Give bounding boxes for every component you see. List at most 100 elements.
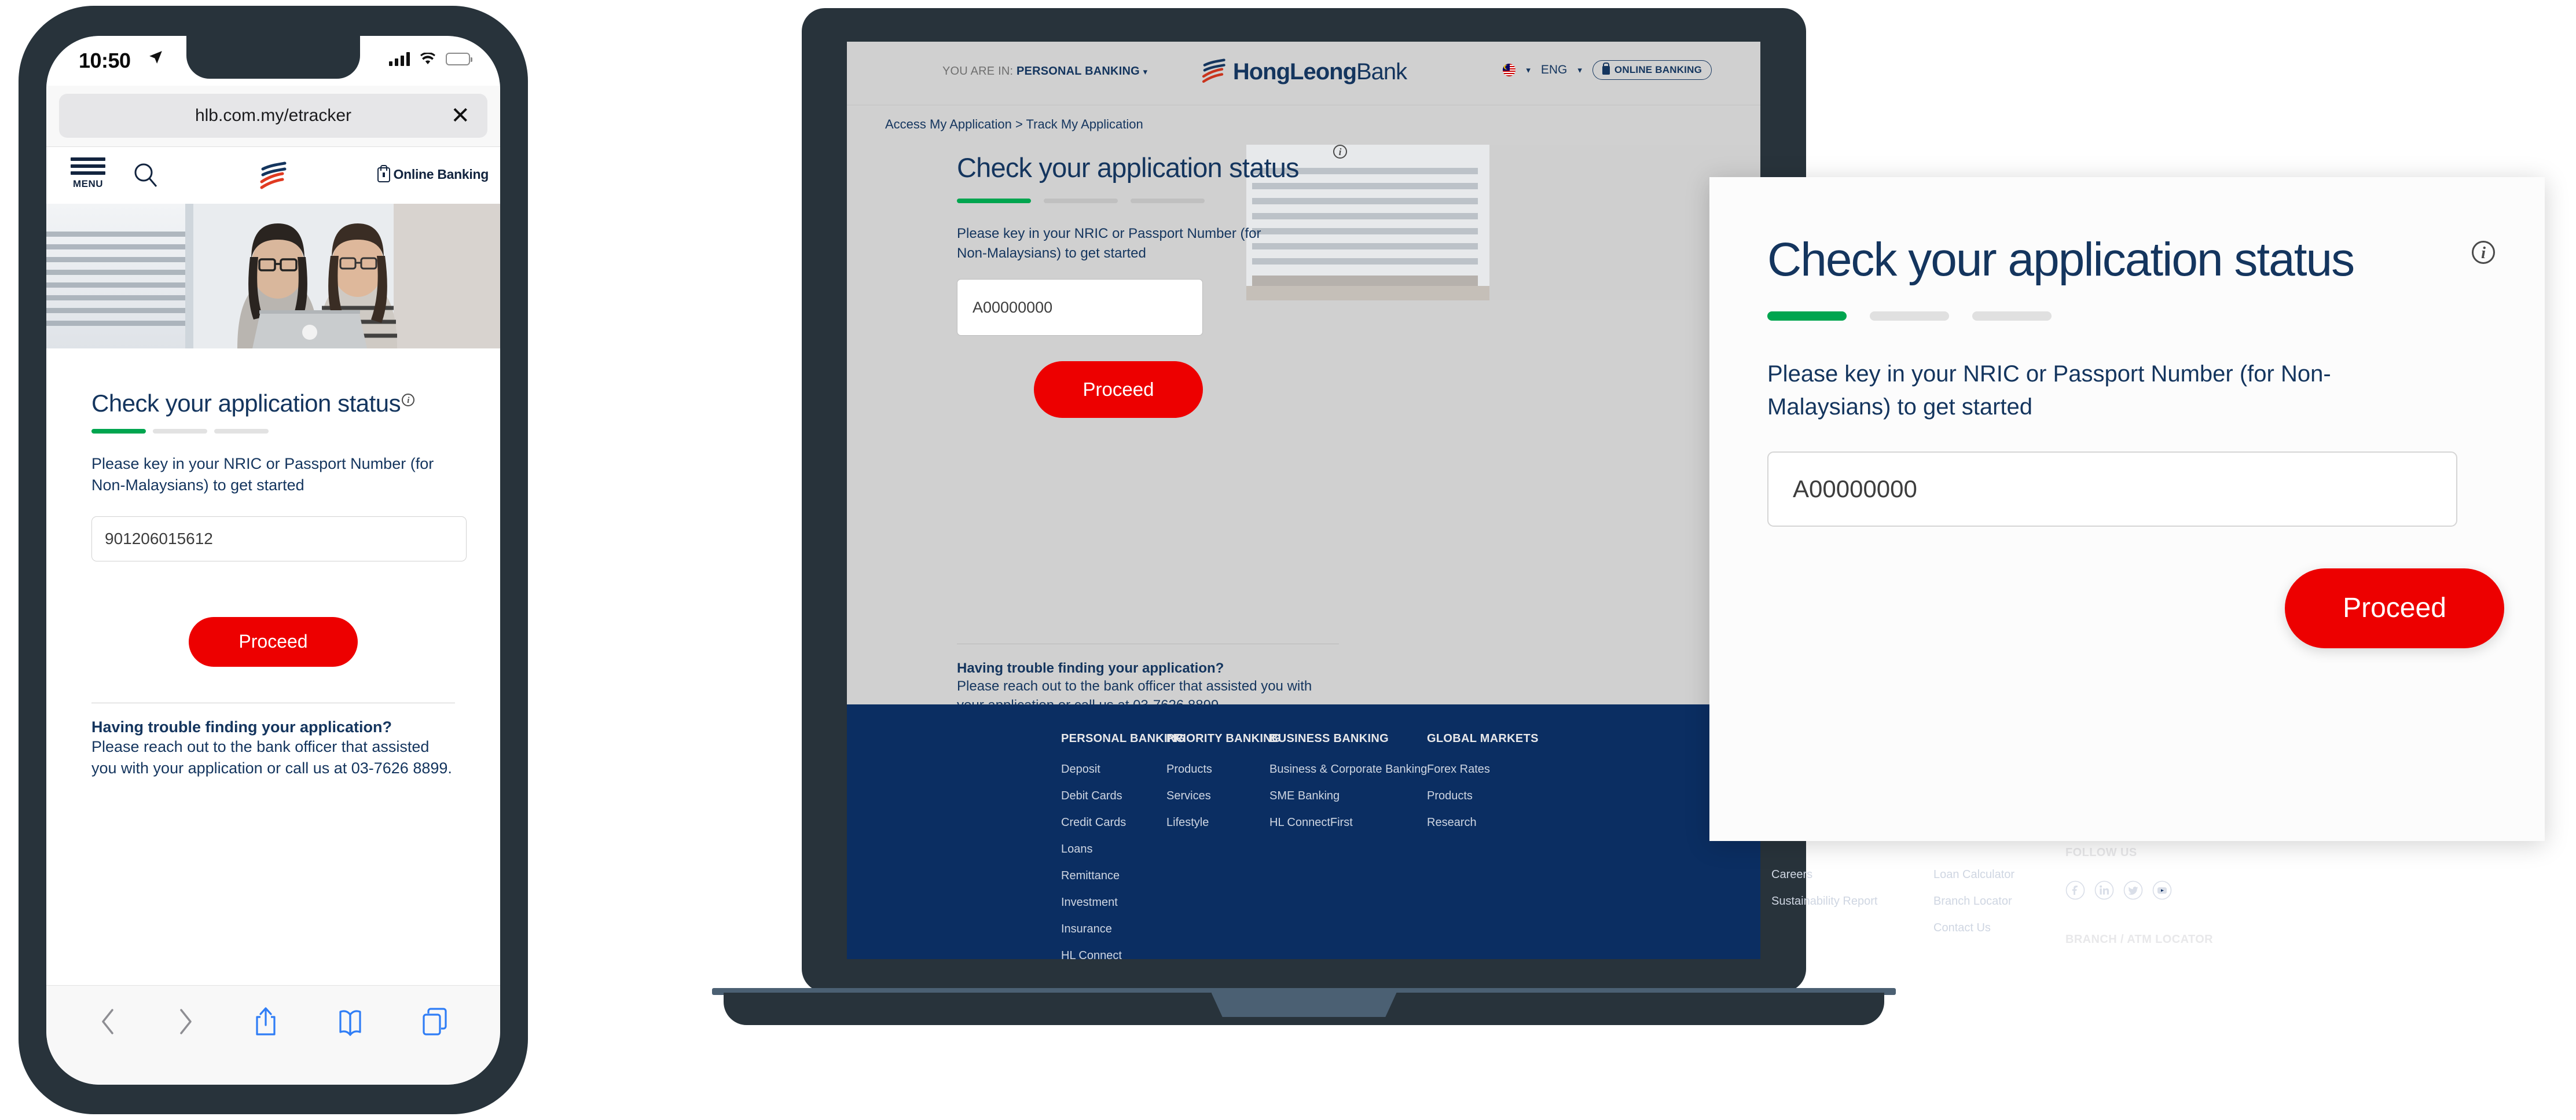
wifi-icon: [420, 53, 435, 64]
page-title: Check your application status: [1767, 233, 2355, 286]
progress-step-3: [1972, 311, 2052, 321]
progress-step-2: [1044, 199, 1118, 203]
mobile-browser-toolbar: [46, 985, 500, 1085]
twitter-icon[interactable]: [2123, 880, 2143, 903]
footer-column-priority-banking: PRIORITY BANKING Products Services Lifes…: [1166, 732, 1280, 959]
progress-step-3: [214, 429, 269, 434]
hero-image-mobile: [46, 204, 500, 348]
url-bar[interactable]: hlb.com.my/etracker ✕: [59, 94, 487, 138]
back-icon[interactable]: [98, 1007, 118, 1037]
footer-link[interactable]: Loan Calculator: [1933, 868, 2078, 882]
menu-label: MENU: [72, 178, 104, 189]
nric-input[interactable]: A00000000: [1767, 451, 2457, 527]
info-icon[interactable]: i: [402, 394, 415, 406]
magnified-form-overlay: Check your application status i Please k…: [1709, 177, 2545, 841]
malaysia-flag-icon[interactable]: [1503, 64, 1516, 76]
lock-icon: [377, 164, 390, 182]
footer-column-business-banking: BUSINESS BANKING Business & Corporate Ba…: [1269, 732, 1427, 959]
info-icon[interactable]: i: [2472, 241, 2495, 264]
footer-link[interactable]: Contact Us: [1933, 921, 2078, 935]
footer-link[interactable]: HL Connect: [1061, 949, 1166, 959]
footer-link[interactable]: Research: [1427, 816, 1536, 829]
footer-link[interactable]: Debit Cards: [1061, 789, 1166, 803]
language-label[interactable]: ENG: [1541, 63, 1568, 77]
language-chevron-down-icon[interactable]: ▾: [1577, 65, 1582, 75]
facebook-icon[interactable]: [2065, 880, 2085, 903]
laptop-base: [712, 988, 1896, 1029]
proceed-button[interactable]: Proceed: [2285, 568, 2504, 648]
flag-chevron-down-icon[interactable]: ▾: [1526, 65, 1531, 75]
footer-link[interactable]: Products: [1166, 763, 1269, 776]
hlb-mark-icon: [1202, 58, 1225, 83]
lock-icon: [1602, 62, 1610, 75]
linkedin-icon[interactable]: [2094, 880, 2114, 903]
footer-link[interactable]: Products: [1427, 789, 1536, 803]
desktop-top-bar-right: ▾ ENG ▾ ONLINE BANKING: [1503, 60, 1712, 80]
you-are-in-selector[interactable]: YOU ARE IN: PERSONAL BANKING ▾: [942, 65, 1147, 78]
proceed-button[interactable]: Proceed: [1034, 361, 1203, 418]
online-banking-link[interactable]: Online Banking: [377, 164, 489, 182]
progress-step-2: [153, 429, 207, 434]
chevron-down-icon: ▾: [1143, 67, 1148, 77]
footer-link[interactable]: Insurance: [1061, 923, 1166, 936]
you-are-in-label: YOU ARE IN:: [942, 65, 1014, 78]
footer-heading: PERSONAL BANKING: [1061, 732, 1186, 745]
status-time: 10:50: [79, 49, 131, 72]
status-icons: [389, 52, 472, 66]
mobile-screen: 10:50 hlb.com.my/etracker ✕ MENU Online …: [46, 36, 500, 1085]
battery-icon: [446, 53, 472, 65]
footer-link[interactable]: Branch Locator: [1933, 895, 2078, 908]
youtube-icon[interactable]: [2152, 880, 2172, 903]
forward-icon[interactable]: [175, 1007, 195, 1037]
breadcrumb[interactable]: Access My Application > Track My Applica…: [885, 117, 1143, 132]
progress-step-3: [1131, 199, 1205, 203]
search-icon[interactable]: [133, 162, 159, 189]
social-icons: [2065, 880, 2297, 903]
footer-column-tools: Loan Calculator Branch Locator Contact U…: [1933, 868, 2078, 948]
footer-column-global-markets: GLOBAL MARKETS Forex Rates Products Rese…: [1427, 732, 1538, 959]
footer-follow-us: FOLLOW US BRANCH / ATM LOCATOR: [2065, 846, 2297, 946]
nric-input[interactable]: A00000000: [957, 279, 1203, 336]
form-instruction: Please key in your NRIC or Passport Numb…: [957, 226, 1261, 261]
progress-indicator: [1767, 311, 2487, 321]
mobile-page-content: Check your application status i Please ke…: [46, 348, 500, 985]
nric-input-value: A00000000: [1793, 475, 1917, 502]
footer-link[interactable]: Deposit: [1061, 763, 1166, 776]
online-banking-button[interactable]: ONLINE BANKING: [1592, 60, 1712, 80]
footer-heading: BUSINESS BANKING: [1269, 732, 1389, 745]
hong-leong-bank-logo[interactable]: HongLeongBank: [1201, 58, 1407, 86]
footer-link[interactable]: Lifestyle: [1166, 816, 1269, 829]
footer-link[interactable]: Investment: [1061, 896, 1166, 909]
form-instruction: Please key in your NRIC or Passport Numb…: [91, 455, 434, 494]
footer-link[interactable]: Careers: [1771, 868, 1922, 882]
page-title: Check your application status i: [91, 381, 415, 417]
footer-link[interactable]: SME Banking: [1269, 789, 1427, 803]
footer-link[interactable]: Remittance: [1061, 869, 1166, 883]
footer-link[interactable]: Services: [1166, 789, 1269, 803]
info-icon[interactable]: i: [1333, 145, 1347, 159]
hong-leong-bank-logo[interactable]: [258, 160, 288, 191]
nric-input-value: 901206015612: [105, 529, 213, 548]
footer-columns: PERSONAL BANKING Deposit Debit Cards Cre…: [1061, 732, 1538, 959]
share-icon[interactable]: [252, 1005, 279, 1038]
follow-us-heading: FOLLOW US: [2065, 846, 2137, 859]
desktop-screen: YOU ARE IN: PERSONAL BANKING ▾ HongLeong…: [847, 42, 1760, 959]
mobile-status-bar: 10:50: [46, 36, 500, 86]
tabs-icon[interactable]: [421, 1007, 448, 1037]
menu-button[interactable]: MENU: [71, 157, 105, 190]
footer-link[interactable]: Business & Corporate Banking: [1269, 763, 1427, 776]
footer-link[interactable]: Forex Rates: [1427, 763, 1536, 776]
progress-step-1: [957, 199, 1031, 203]
divider: [91, 702, 455, 703]
cellular-signal-icon: [389, 52, 410, 66]
footer-link[interactable]: Credit Cards: [1061, 816, 1166, 829]
nric-input[interactable]: 901206015612: [91, 516, 467, 561]
footer-link[interactable]: Sustainability Report: [1771, 895, 1922, 908]
hamburger-icon: [71, 157, 105, 175]
footer-link[interactable]: Loans: [1061, 843, 1166, 856]
bookmarks-icon[interactable]: [336, 1007, 364, 1037]
footer-link[interactable]: HL ConnectFirst: [1269, 816, 1427, 829]
progress-indicator: [957, 199, 1327, 203]
close-icon[interactable]: ✕: [450, 104, 470, 127]
proceed-button[interactable]: Proceed: [189, 616, 358, 667]
